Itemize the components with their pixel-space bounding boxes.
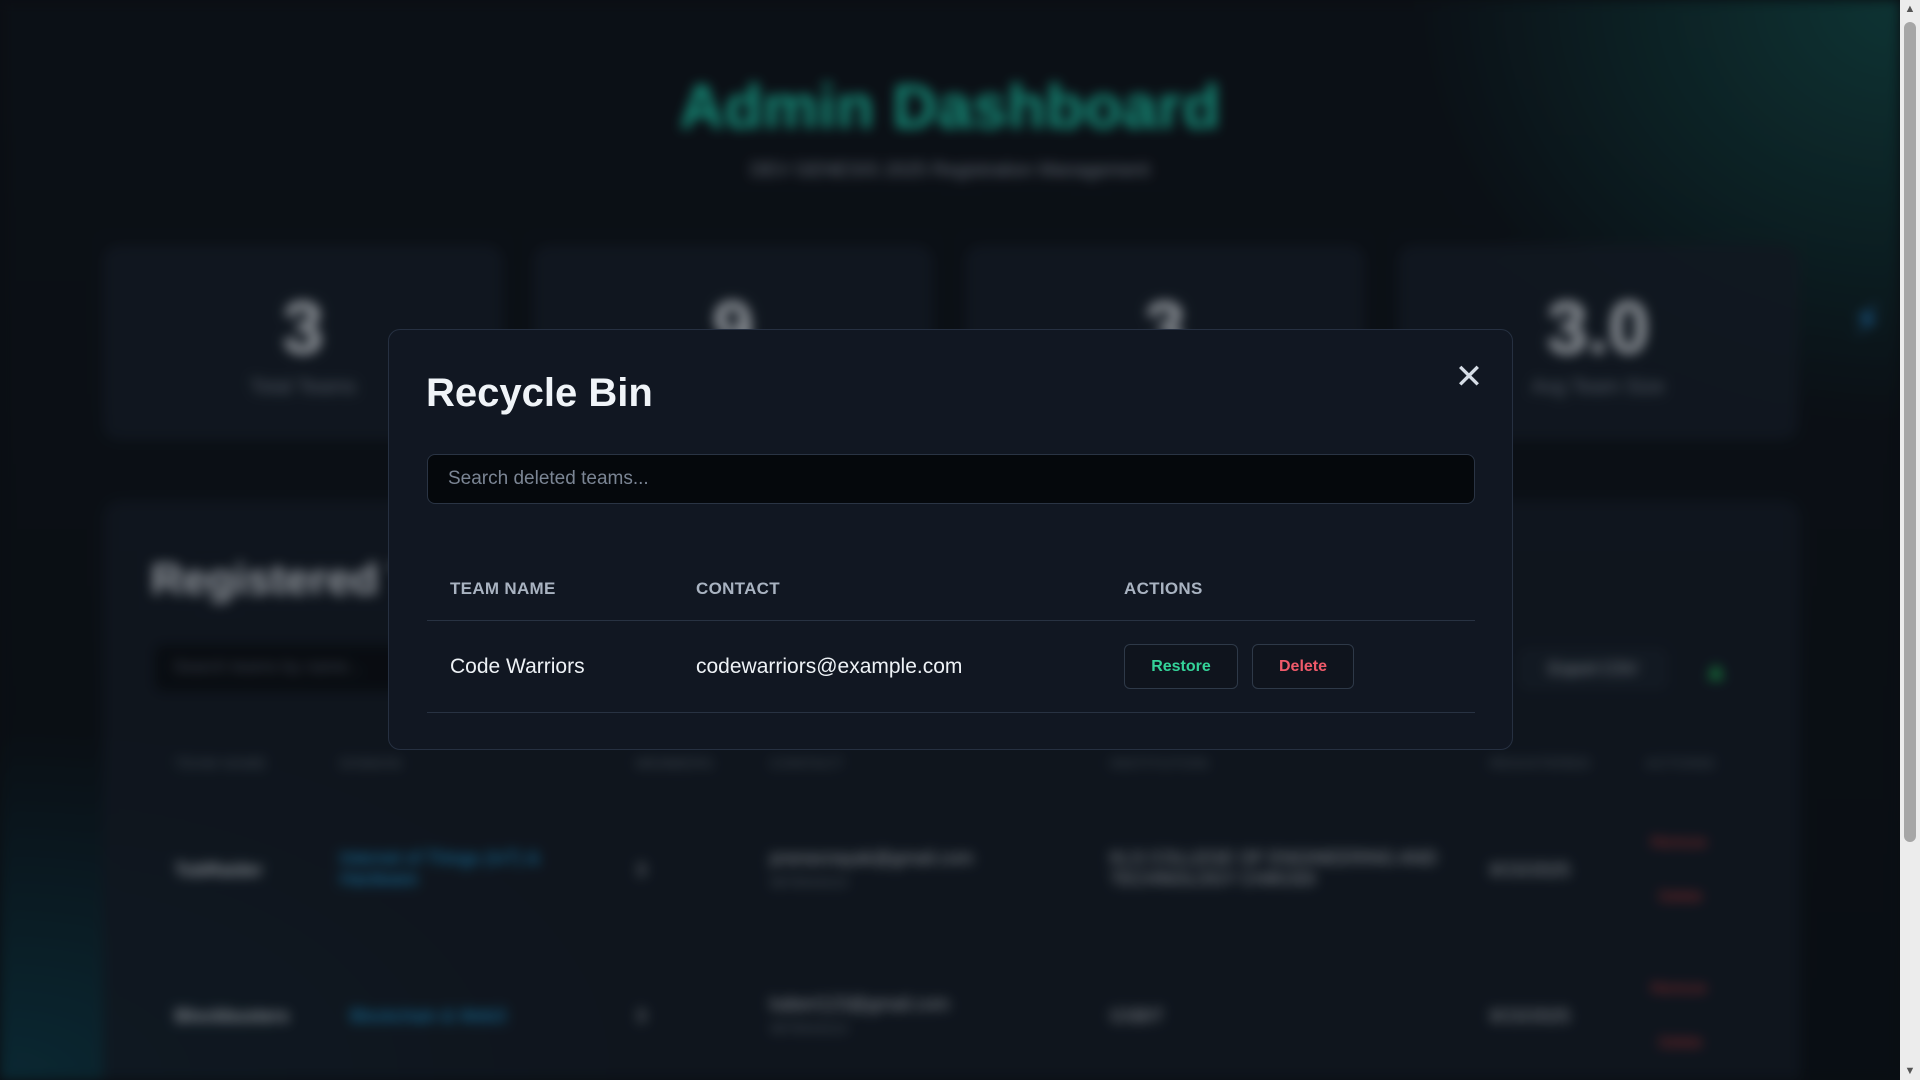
- modal-title: Recycle Bin: [426, 371, 653, 415]
- scroll-down-arrow-icon[interactable]: ▼: [1900, 1062, 1920, 1080]
- header-divider: [427, 620, 1475, 621]
- column-header-contact: CONTACT: [696, 579, 780, 598]
- delete-button[interactable]: Delete: [1252, 644, 1354, 689]
- team-name-cell: Code Warriors: [450, 655, 585, 678]
- row-divider: [427, 712, 1475, 713]
- scrollbar-thumb[interactable]: [1904, 22, 1916, 842]
- vertical-scrollbar[interactable]: ▲ ▼: [1900, 0, 1920, 1080]
- deleted-teams-search-input[interactable]: [427, 454, 1475, 504]
- recycle-bin-modal: Recycle Bin ✕ TEAM NAME CONTACT ACTIONS …: [388, 329, 1513, 750]
- column-header-team-name: TEAM NAME: [450, 579, 556, 598]
- restore-button[interactable]: Restore: [1124, 644, 1238, 689]
- column-header-actions: ACTIONS: [1124, 579, 1203, 598]
- close-icon[interactable]: ✕: [1452, 360, 1486, 394]
- scroll-up-arrow-icon[interactable]: ▲: [1900, 0, 1920, 18]
- contact-cell: codewarriors@example.com: [696, 655, 963, 678]
